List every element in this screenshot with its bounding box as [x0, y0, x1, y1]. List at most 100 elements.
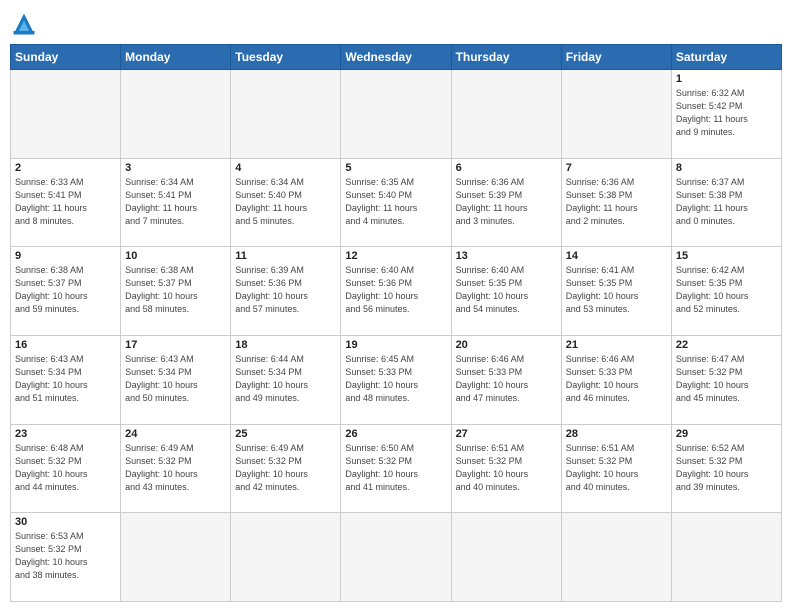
- calendar-cell: [671, 513, 781, 602]
- cell-date: 18: [235, 339, 336, 351]
- cell-info: Sunrise: 6:39 AMSunset: 5:36 PMDaylight:…: [235, 264, 336, 316]
- cell-info: Sunrise: 6:51 AMSunset: 5:32 PMDaylight:…: [456, 442, 557, 494]
- cell-date: 2: [15, 162, 116, 174]
- cell-date: 1: [676, 73, 777, 85]
- cell-date: 27: [456, 428, 557, 440]
- cell-info: Sunrise: 6:45 AMSunset: 5:33 PMDaylight:…: [345, 353, 446, 405]
- cell-date: 15: [676, 250, 777, 262]
- calendar-cell: 17 Sunrise: 6:43 AMSunset: 5:34 PMDayligh…: [121, 335, 231, 424]
- calendar-header: SundayMondayTuesdayWednesdayThursdayFrid…: [11, 45, 782, 70]
- weekday-tuesday: Tuesday: [231, 45, 341, 70]
- week-row-4: 23 Sunrise: 6:48 AMSunset: 5:32 PMDayligh…: [11, 424, 782, 513]
- cell-date: 17: [125, 339, 226, 351]
- weekday-monday: Monday: [121, 45, 231, 70]
- weekday-sunday: Sunday: [11, 45, 121, 70]
- cell-date: 19: [345, 339, 446, 351]
- cell-info: Sunrise: 6:42 AMSunset: 5:35 PMDaylight:…: [676, 264, 777, 316]
- cell-date: 12: [345, 250, 446, 262]
- cell-info: Sunrise: 6:51 AMSunset: 5:32 PMDaylight:…: [566, 442, 667, 494]
- cell-info: Sunrise: 6:40 AMSunset: 5:35 PMDaylight:…: [456, 264, 557, 316]
- cell-info: Sunrise: 6:43 AMSunset: 5:34 PMDaylight:…: [125, 353, 226, 405]
- cell-info: Sunrise: 6:49 AMSunset: 5:32 PMDaylight:…: [125, 442, 226, 494]
- calendar-cell: [231, 70, 341, 159]
- cell-date: 6: [456, 162, 557, 174]
- cell-date: 28: [566, 428, 667, 440]
- cell-date: 26: [345, 428, 446, 440]
- cell-info: Sunrise: 6:50 AMSunset: 5:32 PMDaylight:…: [345, 442, 446, 494]
- calendar-cell: 9 Sunrise: 6:38 AMSunset: 5:37 PMDaylight…: [11, 247, 121, 336]
- calendar-cell: [561, 70, 671, 159]
- cell-info: Sunrise: 6:32 AMSunset: 5:42 PMDaylight:…: [676, 87, 777, 139]
- cell-date: 8: [676, 162, 777, 174]
- calendar-cell: 13 Sunrise: 6:40 AMSunset: 5:35 PMDayligh…: [451, 247, 561, 336]
- cell-info: Sunrise: 6:44 AMSunset: 5:34 PMDaylight:…: [235, 353, 336, 405]
- calendar-cell: 20Sunrise: 6:46 AMSunset: 5:33 PMDayligh…: [451, 335, 561, 424]
- week-row-0: 1 Sunrise: 6:32 AMSunset: 5:42 PMDaylight…: [11, 70, 782, 159]
- calendar-cell: 4Sunrise: 6:34 AMSunset: 5:40 PMDaylight…: [231, 158, 341, 247]
- calendar-cell: 18 Sunrise: 6:44 AMSunset: 5:34 PMDayligh…: [231, 335, 341, 424]
- calendar-cell: 29Sunrise: 6:52 AMSunset: 5:32 PMDayligh…: [671, 424, 781, 513]
- calendar-cell: 2Sunrise: 6:33 AMSunset: 5:41 PMDaylight…: [11, 158, 121, 247]
- calendar-cell: 22Sunrise: 6:47 AMSunset: 5:32 PMDayligh…: [671, 335, 781, 424]
- calendar-cell: 15 Sunrise: 6:42 AMSunset: 5:35 PMDayligh…: [671, 247, 781, 336]
- weekday-saturday: Saturday: [671, 45, 781, 70]
- cell-date: 3: [125, 162, 226, 174]
- cell-info: Sunrise: 6:46 AMSunset: 5:33 PMDaylight:…: [566, 353, 667, 405]
- calendar-cell: 10Sunrise: 6:38 AMSunset: 5:37 PMDayligh…: [121, 247, 231, 336]
- calendar-cell: [451, 70, 561, 159]
- logo: [10, 10, 42, 38]
- cell-date: 23: [15, 428, 116, 440]
- calendar-cell: 30 Sunrise: 6:53 AMSunset: 5:32 PMDayligh…: [11, 513, 121, 602]
- calendar-cell: [121, 513, 231, 602]
- calendar-cell: 7 Sunrise: 6:36 AMSunset: 5:38 PMDaylight…: [561, 158, 671, 247]
- cell-info: Sunrise: 6:49 AMSunset: 5:32 PMDaylight:…: [235, 442, 336, 494]
- cell-info: Sunrise: 6:38 AMSunset: 5:37 PMDaylight:…: [125, 264, 226, 316]
- calendar-cell: 5Sunrise: 6:35 AMSunset: 5:40 PMDaylight…: [341, 158, 451, 247]
- cell-info: Sunrise: 6:48 AMSunset: 5:32 PMDaylight:…: [15, 442, 116, 494]
- calendar-cell: 1 Sunrise: 6:32 AMSunset: 5:42 PMDaylight…: [671, 70, 781, 159]
- calendar-cell: 6 Sunrise: 6:36 AMSunset: 5:39 PMDaylight…: [451, 158, 561, 247]
- cell-date: 13: [456, 250, 557, 262]
- cell-info: Sunrise: 6:38 AMSunset: 5:37 PMDaylight:…: [15, 264, 116, 316]
- calendar-cell: 16 Sunrise: 6:43 AMSunset: 5:34 PMDayligh…: [11, 335, 121, 424]
- weekday-thursday: Thursday: [451, 45, 561, 70]
- week-row-2: 9 Sunrise: 6:38 AMSunset: 5:37 PMDaylight…: [11, 247, 782, 336]
- cell-date: 7: [566, 162, 667, 174]
- cell-info: Sunrise: 6:53 AMSunset: 5:32 PMDaylight:…: [15, 530, 116, 582]
- cell-date: 16: [15, 339, 116, 351]
- weekday-row: SundayMondayTuesdayWednesdayThursdayFrid…: [11, 45, 782, 70]
- cell-date: 25: [235, 428, 336, 440]
- page: SundayMondayTuesdayWednesdayThursdayFrid…: [0, 0, 792, 612]
- cell-info: Sunrise: 6:43 AMSunset: 5:34 PMDaylight:…: [15, 353, 116, 405]
- cell-date: 21: [566, 339, 667, 351]
- cell-date: 9: [15, 250, 116, 262]
- calendar-cell: [341, 70, 451, 159]
- week-row-3: 16 Sunrise: 6:43 AMSunset: 5:34 PMDayligh…: [11, 335, 782, 424]
- cell-date: 20: [456, 339, 557, 351]
- cell-info: Sunrise: 6:36 AMSunset: 5:38 PMDaylight:…: [566, 176, 667, 228]
- cell-info: Sunrise: 6:36 AMSunset: 5:39 PMDaylight:…: [456, 176, 557, 228]
- logo-icon: [10, 10, 38, 38]
- cell-date: 5: [345, 162, 446, 174]
- calendar: SundayMondayTuesdayWednesdayThursdayFrid…: [10, 44, 782, 602]
- calendar-body: 1 Sunrise: 6:32 AMSunset: 5:42 PMDaylight…: [11, 70, 782, 602]
- cell-info: Sunrise: 6:41 AMSunset: 5:35 PMDaylight:…: [566, 264, 667, 316]
- calendar-cell: 19 Sunrise: 6:45 AMSunset: 5:33 PMDayligh…: [341, 335, 451, 424]
- cell-date: 29: [676, 428, 777, 440]
- cell-date: 30: [15, 516, 116, 528]
- cell-info: Sunrise: 6:37 AMSunset: 5:38 PMDaylight:…: [676, 176, 777, 228]
- calendar-cell: 3Sunrise: 6:34 AMSunset: 5:41 PMDaylight…: [121, 158, 231, 247]
- weekday-friday: Friday: [561, 45, 671, 70]
- calendar-cell: 23 Sunrise: 6:48 AMSunset: 5:32 PMDayligh…: [11, 424, 121, 513]
- calendar-cell: 11Sunrise: 6:39 AMSunset: 5:36 PMDayligh…: [231, 247, 341, 336]
- calendar-cell: 8 Sunrise: 6:37 AMSunset: 5:38 PMDaylight…: [671, 158, 781, 247]
- header: [10, 10, 782, 38]
- cell-info: Sunrise: 6:34 AMSunset: 5:40 PMDaylight:…: [235, 176, 336, 228]
- week-row-5: 30 Sunrise: 6:53 AMSunset: 5:32 PMDayligh…: [11, 513, 782, 602]
- calendar-cell: 26 Sunrise: 6:50 AMSunset: 5:32 PMDayligh…: [341, 424, 451, 513]
- calendar-cell: [451, 513, 561, 602]
- calendar-cell: [341, 513, 451, 602]
- calendar-cell: 28 Sunrise: 6:51 AMSunset: 5:32 PMDayligh…: [561, 424, 671, 513]
- cell-date: 14: [566, 250, 667, 262]
- cell-info: Sunrise: 6:47 AMSunset: 5:32 PMDaylight:…: [676, 353, 777, 405]
